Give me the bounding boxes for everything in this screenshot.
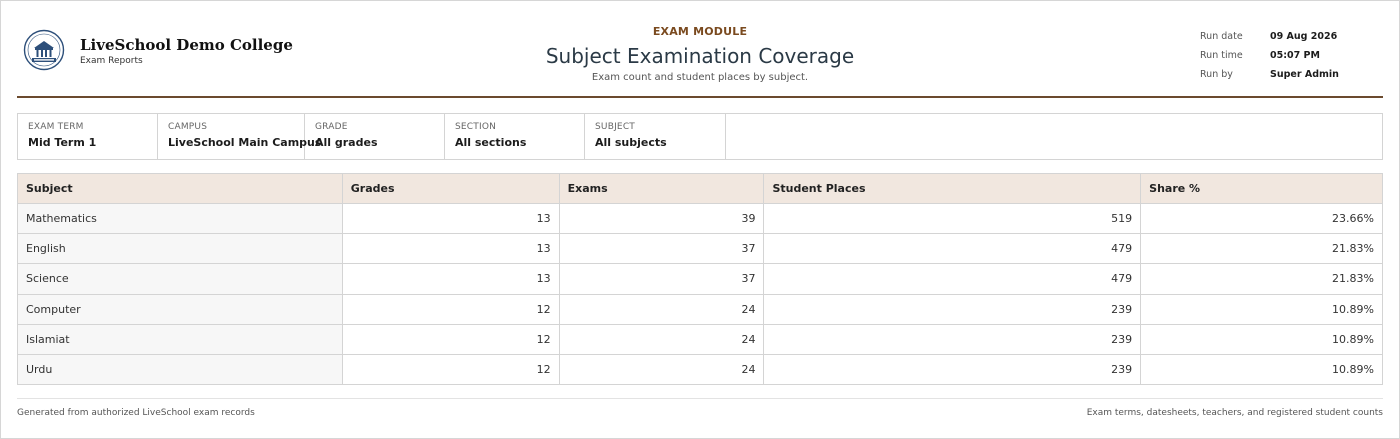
subject-cell: Urdu bbox=[17, 353, 343, 386]
run-by-row: Run by Super Admin bbox=[1200, 65, 1390, 84]
column-header-student-places: Student Places bbox=[763, 173, 1142, 204]
student-places-cell: 519 bbox=[763, 202, 1142, 235]
filter-campus: CAMPUS LiveSchool Main Campus bbox=[158, 114, 322, 159]
filter-grade: GRADE All grades bbox=[305, 114, 445, 159]
filter-section: SECTION All sections bbox=[445, 114, 585, 159]
filter-label: CAMPUS bbox=[168, 122, 208, 132]
exams-cell: 24 bbox=[558, 323, 765, 355]
grades-cell: 13 bbox=[341, 263, 560, 295]
filter-value: All sections bbox=[455, 136, 527, 149]
filter-bar: EXAM TERM Mid Term 1 CAMPUS LiveSchool M… bbox=[17, 113, 1383, 160]
table-row: Islamiat 12 24 239 10.89% bbox=[17, 323, 1383, 355]
coverage-table: Subject Grades Exams Student Places Shar… bbox=[17, 173, 1383, 386]
exams-cell: 37 bbox=[558, 233, 765, 265]
student-places-cell: 479 bbox=[763, 263, 1142, 295]
filter-label: SECTION bbox=[455, 122, 497, 132]
table-row: Urdu 12 24 239 10.89% bbox=[17, 353, 1383, 386]
grades-cell: 12 bbox=[341, 353, 560, 386]
footer-scope-note: Exam terms, datesheets, teachers, and re… bbox=[1086, 408, 1383, 418]
run-time-value: 05:07 PM bbox=[1270, 50, 1320, 61]
footer-source-note: Generated from authorized LiveSchool exa… bbox=[17, 408, 255, 418]
share-cell: 23.66% bbox=[1140, 202, 1383, 235]
table-row: English 13 37 479 21.83% bbox=[17, 233, 1383, 265]
report-header: LiveSchool Demo College Exam Reports EXA… bbox=[17, 0, 1383, 98]
run-date-row: Run date 09 Aug 2026 bbox=[1200, 27, 1390, 46]
subject-cell: Computer bbox=[17, 293, 343, 325]
column-header-exams: Exams bbox=[558, 173, 765, 204]
run-time-label: Run time bbox=[1200, 50, 1243, 61]
table-row: Computer 12 24 239 10.89% bbox=[17, 293, 1383, 325]
filter-value: LiveSchool Main Campus bbox=[168, 136, 322, 149]
run-time-row: Run time 05:07 PM bbox=[1200, 46, 1390, 65]
table-header-row: Subject Grades Exams Student Places Shar… bbox=[17, 173, 1383, 204]
filter-label: GRADE bbox=[315, 122, 348, 132]
filter-value: Mid Term 1 bbox=[28, 136, 97, 149]
filter-subject: SUBJECT All subjects bbox=[585, 114, 726, 159]
share-cell: 21.83% bbox=[1140, 233, 1383, 265]
exams-cell: 24 bbox=[558, 293, 765, 325]
subject-cell: Mathematics bbox=[17, 202, 343, 235]
share-cell: 10.89% bbox=[1140, 353, 1383, 386]
filter-value: All grades bbox=[315, 136, 378, 149]
grades-cell: 13 bbox=[341, 233, 560, 265]
filter-label: EXAM TERM bbox=[28, 122, 84, 132]
filter-value: All subjects bbox=[595, 136, 667, 149]
run-by-label: Run by bbox=[1200, 69, 1233, 80]
grades-cell: 13 bbox=[341, 202, 560, 235]
grades-cell: 12 bbox=[341, 293, 560, 325]
share-cell: 21.83% bbox=[1140, 263, 1383, 295]
footer-divider bbox=[17, 398, 1383, 399]
subject-cell: English bbox=[17, 233, 343, 265]
page-title: Subject Examination Coverage bbox=[545, 44, 855, 68]
filter-exam-term: EXAM TERM Mid Term 1 bbox=[18, 114, 158, 159]
module-label: EXAM MODULE bbox=[652, 25, 748, 38]
table-row: Science 13 37 479 21.83% bbox=[17, 263, 1383, 295]
exams-cell: 37 bbox=[558, 263, 765, 295]
grades-cell: 12 bbox=[341, 323, 560, 355]
student-places-cell: 479 bbox=[763, 233, 1142, 265]
run-meta: Run date 09 Aug 2026 Run time 05:07 PM R… bbox=[1200, 27, 1390, 84]
subject-cell: Science bbox=[17, 263, 343, 295]
exams-cell: 24 bbox=[558, 353, 765, 386]
student-places-cell: 239 bbox=[763, 353, 1142, 386]
share-cell: 10.89% bbox=[1140, 323, 1383, 355]
subject-cell: Islamiat bbox=[17, 323, 343, 355]
student-places-cell: 239 bbox=[763, 293, 1142, 325]
exams-cell: 39 bbox=[558, 202, 765, 235]
table-row: Mathematics 13 39 519 23.66% bbox=[17, 202, 1383, 235]
filter-label: SUBJECT bbox=[595, 122, 635, 132]
student-places-cell: 239 bbox=[763, 323, 1142, 355]
column-header-subject: Subject bbox=[17, 173, 343, 204]
share-cell: 10.89% bbox=[1140, 293, 1383, 325]
page-subtitle: Exam count and student places by subject… bbox=[591, 72, 809, 83]
run-date-value: 09 Aug 2026 bbox=[1270, 31, 1338, 42]
column-header-grades: Grades bbox=[341, 173, 560, 204]
run-by-value: Super Admin bbox=[1270, 69, 1339, 80]
run-date-label: Run date bbox=[1200, 31, 1243, 42]
column-header-share: Share % bbox=[1140, 173, 1383, 204]
